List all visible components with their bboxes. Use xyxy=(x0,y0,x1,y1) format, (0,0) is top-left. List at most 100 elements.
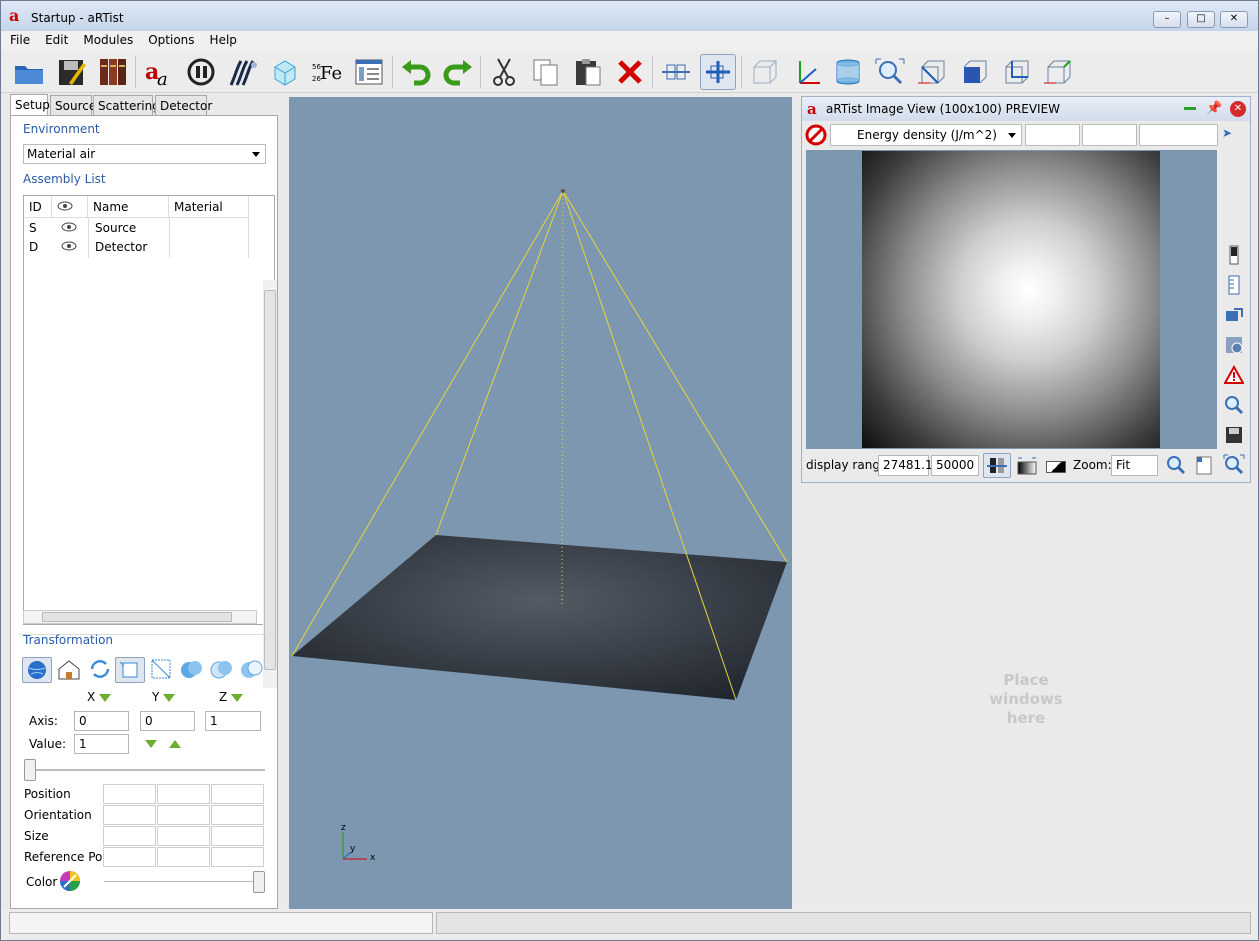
tab-detector[interactable]: Detector xyxy=(155,95,212,115)
axis-x-input[interactable]: 0 xyxy=(74,711,129,731)
copy-icon[interactable] xyxy=(528,54,564,90)
range-min-input[interactable]: 27481.1 xyxy=(878,455,933,476)
tab-scattering[interactable]: Scattering xyxy=(93,95,160,115)
panel-icon[interactable] xyxy=(351,54,387,90)
save-icon[interactable] xyxy=(53,54,89,90)
material-combo[interactable]: Material air xyxy=(23,144,266,164)
refpos-y[interactable] xyxy=(157,847,210,867)
text-aa-icon[interactable]: aa xyxy=(141,54,177,90)
increment-icon[interactable] xyxy=(169,740,181,748)
minimize-icon[interactable] xyxy=(1184,107,1196,110)
world-coords-button[interactable] xyxy=(22,657,52,683)
quantity-select[interactable]: Energy density (J/m^2) xyxy=(830,124,1022,146)
extra-field-3[interactable] xyxy=(1139,124,1218,146)
row-source-id[interactable]: S xyxy=(24,219,42,238)
opacity-slider[interactable] xyxy=(253,871,265,893)
axis-x-dropdown-icon[interactable] xyxy=(99,693,112,702)
gradient-range-icon[interactable] xyxy=(1015,454,1039,478)
close-icon[interactable]: ✕ xyxy=(1230,101,1246,117)
align-icon[interactable] xyxy=(658,54,694,90)
element-fe-icon[interactable]: 56 26 Fe xyxy=(309,54,345,90)
menu-file[interactable]: File xyxy=(1,31,36,47)
boolean-union-icon[interactable] xyxy=(178,657,206,683)
column-visibility[interactable] xyxy=(52,196,88,218)
maximize-button[interactable]: □ xyxy=(1187,11,1215,28)
ruler-icon[interactable] xyxy=(1223,274,1245,296)
refpos-z[interactable] xyxy=(211,847,264,867)
filter-icon[interactable] xyxy=(1223,334,1245,356)
orientation-y[interactable] xyxy=(157,805,210,825)
redo-icon[interactable] xyxy=(440,54,476,90)
pin-icon[interactable]: ➤ xyxy=(1222,126,1232,140)
auto-range-icon[interactable] xyxy=(983,453,1011,478)
wave-icon[interactable] xyxy=(225,54,261,90)
view-side-icon[interactable] xyxy=(956,54,992,90)
pause-icon[interactable] xyxy=(183,54,219,90)
stop-icon[interactable] xyxy=(805,124,827,146)
assembly-vscroll[interactable] xyxy=(263,280,277,688)
column-name[interactable]: Name xyxy=(88,196,169,218)
3d-viewport[interactable]: z y x xyxy=(289,97,792,909)
invert-icon[interactable] xyxy=(1046,461,1066,473)
range-max-input[interactable]: 50000 xyxy=(931,455,979,476)
row-detector-name[interactable]: Detector xyxy=(90,238,152,257)
warning-icon[interactable] xyxy=(1223,364,1245,386)
cylinder-icon[interactable] xyxy=(830,54,866,90)
crystal-icon[interactable] xyxy=(267,54,303,90)
size-x[interactable] xyxy=(103,826,156,846)
library-icon[interactable] xyxy=(95,54,131,90)
position-z[interactable] xyxy=(211,784,264,804)
zoom-in-icon[interactable] xyxy=(1165,454,1187,476)
extra-field-2[interactable] xyxy=(1082,124,1137,146)
open-folder-icon[interactable] xyxy=(11,54,47,90)
orientation-x[interactable] xyxy=(103,805,156,825)
column-id[interactable]: ID xyxy=(24,196,52,218)
tab-source[interactable]: Source xyxy=(50,95,96,115)
box-wireframe-icon[interactable] xyxy=(746,54,782,90)
view-front-icon[interactable] xyxy=(914,54,950,90)
decrement-icon[interactable] xyxy=(145,740,157,748)
position-y[interactable] xyxy=(157,784,210,804)
home-icon[interactable] xyxy=(55,657,83,683)
value-slider[interactable] xyxy=(24,759,36,781)
position-x[interactable] xyxy=(103,784,156,804)
undo-icon[interactable] xyxy=(398,54,434,90)
row-source-material[interactable] xyxy=(171,219,181,238)
cut-icon[interactable] xyxy=(486,54,522,90)
extra-field-1[interactable] xyxy=(1025,124,1080,146)
pin-icon[interactable]: 📌 xyxy=(1206,101,1222,116)
view-iso-icon[interactable] xyxy=(1040,54,1076,90)
detector-plate[interactable] xyxy=(292,535,787,700)
scale-icon[interactable] xyxy=(147,657,175,683)
zoom-fit-icon[interactable] xyxy=(872,54,908,90)
menu-help[interactable]: Help xyxy=(201,31,243,47)
magnifier-icon[interactable] xyxy=(1223,394,1245,416)
axis-z-input[interactable]: 1 xyxy=(205,711,261,731)
menu-edit[interactable]: Edit xyxy=(36,31,74,47)
eye-icon[interactable] xyxy=(56,238,82,257)
select-icon[interactable] xyxy=(700,54,736,90)
row-detector-id[interactable]: D xyxy=(24,238,43,257)
image-canvas[interactable] xyxy=(806,150,1217,449)
page-icon[interactable] xyxy=(1193,454,1215,476)
view-top-icon[interactable] xyxy=(998,54,1034,90)
refpos-x[interactable] xyxy=(103,847,156,867)
source-point[interactable] xyxy=(561,189,565,193)
close-button[interactable]: ✕ xyxy=(1220,11,1248,28)
paste-icon[interactable] xyxy=(570,54,606,90)
delete-icon[interactable] xyxy=(612,54,648,90)
boolean-intersect-icon[interactable] xyxy=(208,657,236,683)
menu-options[interactable]: Options xyxy=(139,31,200,47)
save-image-icon[interactable] xyxy=(1223,424,1245,446)
zoom-fit-icon[interactable] xyxy=(1223,454,1245,476)
axis-z-dropdown-icon[interactable] xyxy=(231,693,244,702)
rotate-icon[interactable] xyxy=(86,657,114,683)
menu-modules[interactable]: Modules xyxy=(74,31,139,47)
assembly-hscroll[interactable] xyxy=(23,610,257,624)
column-material[interactable]: Material xyxy=(169,196,249,218)
value-input[interactable]: 1 xyxy=(74,734,129,754)
row-detector-material[interactable] xyxy=(171,238,181,257)
energy-density-image[interactable] xyxy=(862,151,1160,448)
axis-y-input[interactable]: 0 xyxy=(140,711,195,731)
tab-setup[interactable]: Setup xyxy=(10,94,50,115)
